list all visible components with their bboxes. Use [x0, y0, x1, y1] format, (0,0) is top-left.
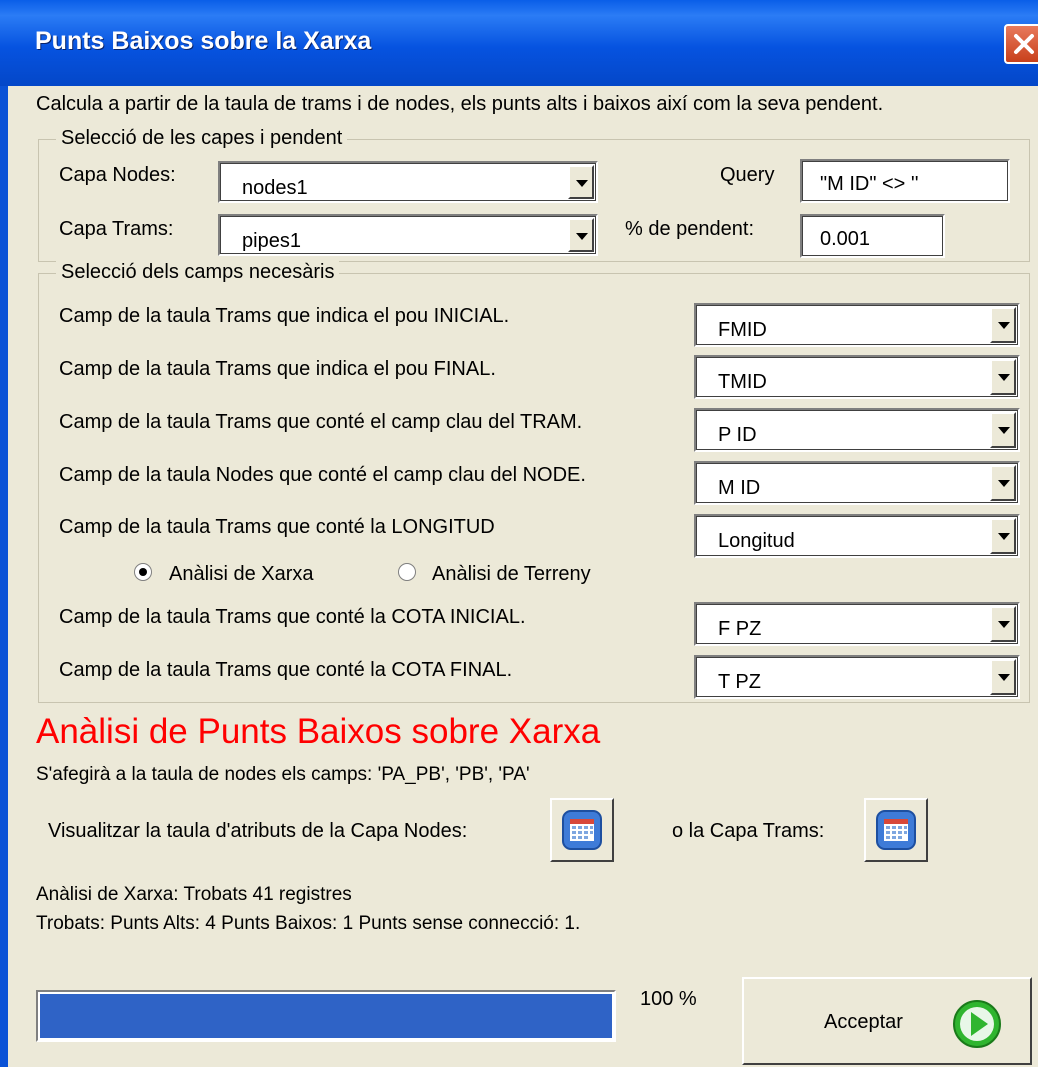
field-select-length[interactable]: Longitud — [694, 514, 1020, 558]
view-trams-label: o la Capa Trams: — [672, 820, 825, 842]
trams-layer-label: Capa Trams: — [59, 218, 174, 240]
window-frame-left — [0, 86, 8, 1067]
slope-input[interactable]: 0.001 — [800, 214, 945, 258]
field-select-final[interactable]: TMID — [694, 355, 1020, 399]
chevron-down-icon[interactable] — [568, 165, 594, 199]
fields-note: S'afegirà a la taula de nodes els camps:… — [36, 764, 530, 785]
trams-layer-select[interactable]: pipes1 — [218, 214, 598, 256]
radio-terrain-analysis[interactable] — [398, 563, 416, 581]
field-label-node-key: Camp de la taula Nodes que conté el camp… — [59, 464, 586, 486]
play-icon — [953, 1000, 1001, 1048]
close-button[interactable] — [1004, 24, 1038, 64]
field-label-end-elevation: Camp de la taula Trams que conté la COTA… — [59, 659, 513, 681]
view-trams-table-button[interactable] — [864, 798, 928, 862]
field-select-start-elevation[interactable]: F PZ — [694, 602, 1020, 646]
description-text: Calcula a partir de la taula de trams i … — [36, 93, 884, 115]
field-value-length: Longitud — [718, 530, 795, 552]
analysis-heading: Anàlisi de Punts Baixos sobre Xarxa — [36, 712, 601, 751]
layers-group-legend: Selecció de les capes i pendent — [56, 127, 348, 150]
query-label: Query — [720, 164, 775, 186]
fields-group-legend: Selecció dels camps necesàris — [56, 261, 340, 284]
radio-terrain-label: Anàlisi de Terreny — [432, 563, 591, 585]
query-value: "M ID" <> '' — [820, 173, 919, 195]
view-nodes-label: Visualitzar la taula d'atributs de la Ca… — [48, 820, 468, 842]
field-label-tram-key: Camp de la taula Trams que conté el camp… — [59, 411, 583, 433]
chevron-down-icon[interactable] — [568, 218, 594, 252]
field-value-start-elevation: F PZ — [718, 618, 762, 640]
progress-fill — [40, 994, 612, 1038]
field-value-end-elevation: T PZ — [718, 671, 761, 693]
chevron-down-icon[interactable] — [990, 465, 1016, 501]
calendar-table-icon — [876, 810, 916, 850]
result-line-1: Anàlisi de Xarxa: Trobats 41 registres — [36, 884, 352, 905]
field-select-node-key[interactable]: M ID — [694, 461, 1020, 505]
field-value-node-key: M ID — [718, 477, 761, 499]
field-label-initial: Camp de la taula Trams que indica el pou… — [59, 305, 510, 327]
chevron-down-icon[interactable] — [990, 606, 1016, 642]
progress-label: 100 % — [640, 988, 697, 1010]
trams-layer-value: pipes1 — [242, 230, 301, 252]
field-value-initial: FMID — [718, 319, 767, 341]
query-input[interactable]: "M ID" <> '' — [800, 159, 1010, 203]
chevron-down-icon[interactable] — [990, 359, 1016, 395]
view-nodes-table-button[interactable] — [550, 798, 614, 862]
calendar-table-icon — [562, 810, 602, 850]
radio-network-label: Anàlisi de Xarxa — [169, 563, 314, 585]
field-select-initial[interactable]: FMID — [694, 303, 1020, 347]
field-select-end-elevation[interactable]: T PZ — [694, 655, 1020, 699]
field-label-final: Camp de la taula Trams que indica el pou… — [59, 358, 496, 380]
progress-bar — [36, 990, 616, 1042]
chevron-down-icon[interactable] — [990, 412, 1016, 448]
window-title: Punts Baixos sobre la Xarxa — [35, 27, 372, 55]
radio-network-analysis[interactable] — [134, 563, 152, 581]
chevron-down-icon[interactable] — [990, 518, 1016, 554]
nodes-layer-label: Capa Nodes: — [59, 164, 176, 186]
accept-button[interactable]: Acceptar — [742, 977, 1032, 1065]
slope-label: % de pendent: — [625, 218, 754, 240]
close-icon — [1014, 34, 1034, 54]
field-value-final: TMID — [718, 371, 767, 393]
field-label-start-elevation: Camp de la taula Trams que conté la COTA… — [59, 606, 526, 628]
field-label-length: Camp de la taula Trams que conté la LONG… — [59, 516, 495, 538]
field-select-tram-key[interactable]: P ID — [694, 408, 1020, 452]
slope-value: 0.001 — [820, 228, 871, 250]
field-value-tram-key: P ID — [718, 424, 757, 446]
accept-button-label: Acceptar — [824, 1011, 903, 1033]
result-line-2: Trobats: Punts Alts: 4 Punts Baixos: 1 P… — [36, 913, 581, 934]
chevron-down-icon[interactable] — [990, 307, 1016, 343]
chevron-down-icon[interactable] — [990, 659, 1016, 695]
nodes-layer-value: nodes1 — [242, 177, 308, 199]
nodes-layer-select[interactable]: nodes1 — [218, 161, 598, 203]
